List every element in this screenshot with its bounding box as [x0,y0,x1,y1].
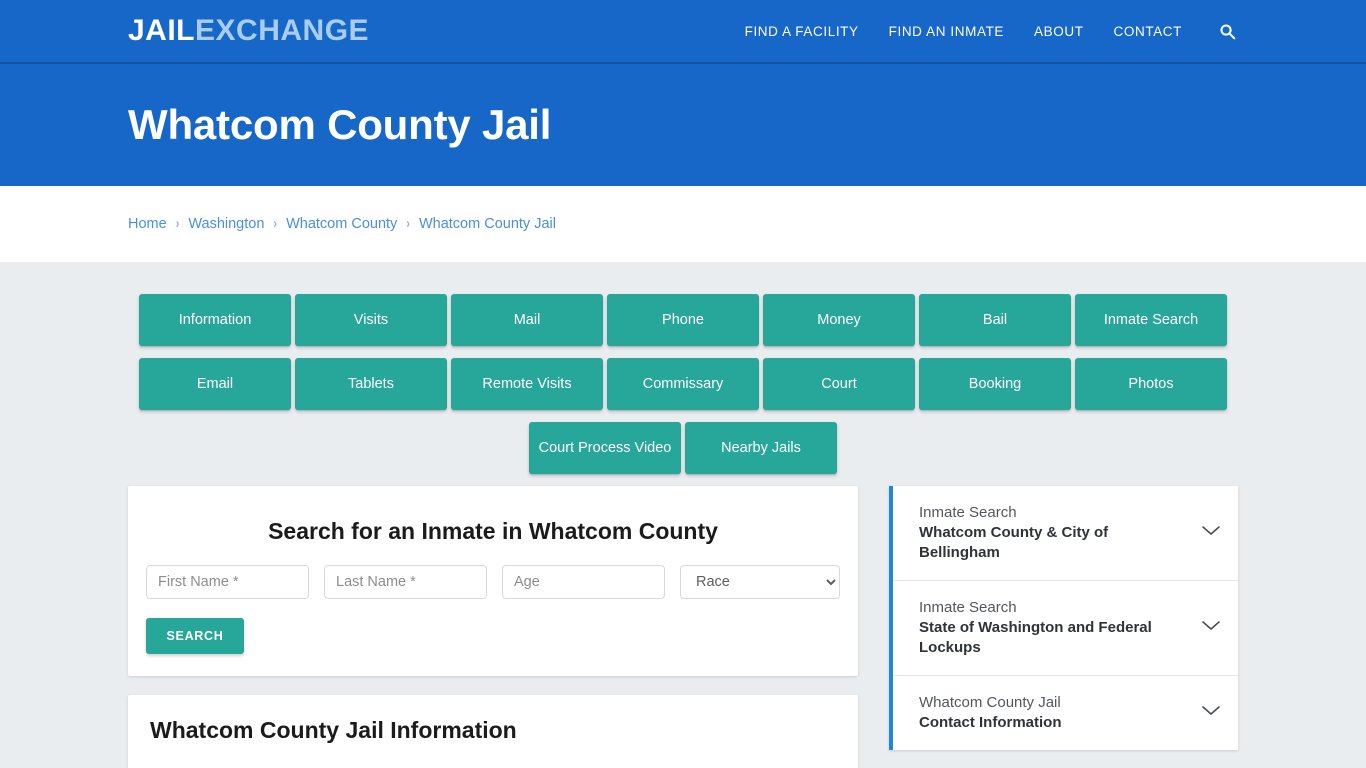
page-title-banner: Whatcom County Jail [0,64,1366,186]
main-navigation: FIND A FACILITY FIND AN INMATE ABOUT CON… [745,20,1238,42]
accordion-item-text: Inmate Search State of Washington and Fe… [919,598,1190,658]
accordion-item-line1: Whatcom County Jail [919,693,1061,711]
accordion-item-line2: Whatcom County & City of Bellingham [919,523,1109,561]
site-header: JAILEXCHANGE FIND A FACILITY FIND AN INM… [0,0,1366,64]
inmate-search-title: Search for an Inmate in Whatcom County [268,518,718,544]
button-row-3: Court Process Video Nearby Jails [0,422,1366,474]
search-submit-button[interactable]: SEARCH [146,618,244,654]
right-column: Inmate Search Whatcom County & City of B… [889,486,1238,750]
accordion-item-text: Inmate Search Whatcom County & City of B… [919,503,1190,563]
breadcrumb-bar: Home › Washington › Whatcom County › Wha… [0,186,1366,262]
jail-information-card: Whatcom County Jail Information [128,695,858,768]
accordion-item-inmate-search-state[interactable]: Inmate Search State of Washington and Fe… [893,581,1238,676]
section-button-remote-visits[interactable]: Remote Visits [451,358,603,410]
breadcrumb: Home › Washington › Whatcom County › Wha… [128,216,556,232]
nav-item-about[interactable]: ABOUT [1034,24,1084,39]
chevron-down-icon[interactable] [1200,619,1222,637]
section-button-email[interactable]: Email [139,358,291,410]
sidebar-accordion: Inmate Search Whatcom County & City of B… [889,486,1238,750]
chevron-down-icon[interactable] [1200,524,1222,542]
nav-item-contact[interactable]: CONTACT [1114,24,1182,39]
inmate-search-card: Search for an Inmate in Whatcom County R… [128,486,858,676]
button-row-1: Information Visits Mail Phone Money Bail… [0,294,1366,346]
accordion-item-contact-information[interactable]: Whatcom County Jail Contact Information [893,676,1238,750]
section-button-photos[interactable]: Photos [1075,358,1227,410]
left-column: Search for an Inmate in Whatcom County R… [128,486,858,768]
button-row-2: Email Tablets Remote Visits Commissary C… [0,358,1366,410]
section-button-visits[interactable]: Visits [295,294,447,346]
section-button-bail[interactable]: Bail [919,294,1071,346]
last-name-input[interactable] [324,565,487,599]
breadcrumb-item-whatcom-county[interactable]: Whatcom County [286,216,397,232]
section-button-information[interactable]: Information [139,294,291,346]
accordion-item-inmate-search-county[interactable]: Inmate Search Whatcom County & City of B… [893,486,1238,581]
inmate-search-fields: Race [146,565,840,599]
section-button-phone[interactable]: Phone [607,294,759,346]
accordion-item-line1: Inmate Search [919,598,1017,616]
accordion-item-line2: Contact Information [919,713,1062,731]
chevron-down-icon[interactable] [1200,704,1222,722]
breadcrumb-separator-icon: › [273,215,278,233]
breadcrumb-separator-icon: › [406,215,410,233]
jail-information-heading: Whatcom County Jail Information [150,717,517,743]
accordion-item-line2: State of Washington and Federal Lockups [919,618,1152,656]
first-name-input[interactable] [146,565,309,599]
accordion-item-line1: Inmate Search [919,504,1017,521]
main-content: Search for an Inmate in Whatcom County R… [0,486,1366,768]
age-input[interactable] [502,565,665,599]
section-button-commissary[interactable]: Commissary [607,358,759,410]
breadcrumb-item-washington[interactable]: Washington [188,216,264,232]
section-button-mail[interactable]: Mail [451,294,603,346]
section-button-booking[interactable]: Booking [919,358,1071,410]
page-title: Whatcom County Jail [128,101,552,148]
race-select[interactable]: Race [680,565,840,599]
search-icon[interactable] [1216,20,1238,42]
facility-section-buttons: Information Visits Mail Phone Money Bail… [0,262,1366,474]
logo-text-jail: JAIL [128,14,196,47]
section-button-court-process-video[interactable]: Court Process Video [529,422,681,474]
breadcrumb-item-home[interactable]: Home [128,216,167,232]
logo-text-exchange: EXCHANGE [195,14,370,47]
nav-item-find-a-facility[interactable]: FIND A FACILITY [745,24,859,39]
section-button-inmate-search[interactable]: Inmate Search [1075,294,1227,346]
nav-item-find-an-inmate[interactable]: FIND AN INMATE [889,24,1004,39]
section-button-tablets[interactable]: Tablets [295,358,447,410]
section-button-nearby-jails[interactable]: Nearby Jails [685,422,837,474]
section-button-court[interactable]: Court [763,358,915,410]
breadcrumb-separator-icon: › [175,215,180,233]
accordion-item-text: Whatcom County Jail Contact Information [919,693,1190,733]
breadcrumb-item-whatcom-county-jail[interactable]: Whatcom County Jail [419,216,556,232]
site-logo[interactable]: JAILEXCHANGE [128,16,369,46]
section-button-money[interactable]: Money [763,294,915,346]
